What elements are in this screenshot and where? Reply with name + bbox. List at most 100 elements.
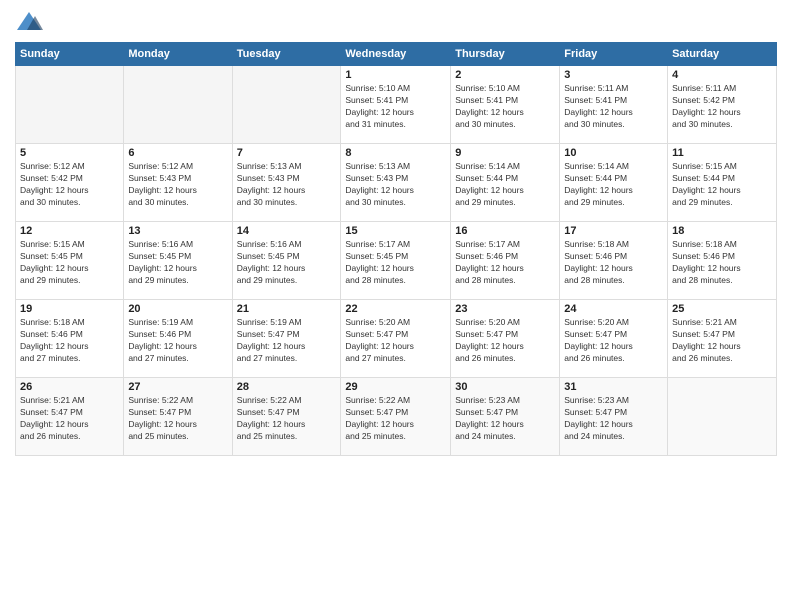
calendar-cell <box>232 66 341 144</box>
day-info: Sunrise: 5:11 AMSunset: 5:41 PMDaylight:… <box>564 83 663 131</box>
header <box>15 10 777 34</box>
calendar-cell <box>124 66 232 144</box>
day-info: Sunrise: 5:14 AMSunset: 5:44 PMDaylight:… <box>455 161 555 209</box>
day-info: Sunrise: 5:16 AMSunset: 5:45 PMDaylight:… <box>128 239 227 287</box>
calendar-cell <box>16 66 124 144</box>
weekday-header-sunday: Sunday <box>16 43 124 66</box>
day-info: Sunrise: 5:20 AMSunset: 5:47 PMDaylight:… <box>345 317 446 365</box>
day-info: Sunrise: 5:23 AMSunset: 5:47 PMDaylight:… <box>455 395 555 443</box>
day-number: 21 <box>237 303 337 315</box>
day-info: Sunrise: 5:16 AMSunset: 5:45 PMDaylight:… <box>237 239 337 287</box>
day-number: 1 <box>345 69 446 81</box>
day-info: Sunrise: 5:17 AMSunset: 5:46 PMDaylight:… <box>455 239 555 287</box>
calendar-cell: 29 Sunrise: 5:22 AMSunset: 5:47 PMDayligh… <box>341 378 451 456</box>
day-number: 23 <box>455 303 555 315</box>
day-info: Sunrise: 5:12 AMSunset: 5:42 PMDaylight:… <box>20 161 119 209</box>
day-info: Sunrise: 5:21 AMSunset: 5:47 PMDaylight:… <box>672 317 772 365</box>
day-number: 22 <box>345 303 446 315</box>
day-number: 10 <box>564 147 663 159</box>
calendar-cell: 4 Sunrise: 5:11 AMSunset: 5:42 PMDaylight… <box>668 66 777 144</box>
day-number: 7 <box>237 147 337 159</box>
day-info: Sunrise: 5:20 AMSunset: 5:47 PMDaylight:… <box>564 317 663 365</box>
weekday-header-row: SundayMondayTuesdayWednesdayThursdayFrid… <box>16 43 777 66</box>
calendar-cell: 2Sunrise: 5:10 AMSunset: 5:41 PMDaylight… <box>451 66 560 144</box>
weekday-header-wednesday: Wednesday <box>341 43 451 66</box>
calendar-cell: 20Sunrise: 5:19 AMSunset: 5:46 PMDayligh… <box>124 300 232 378</box>
day-number: 11 <box>672 147 772 159</box>
day-number: 30 <box>455 381 555 393</box>
week-row-2: 5Sunrise: 5:12 AMSunset: 5:42 PMDaylight… <box>16 144 777 222</box>
calendar-cell: 11 Sunrise: 5:15 AMSunset: 5:44 PMDayligh… <box>668 144 777 222</box>
calendar-cell: 24 Sunrise: 5:20 AMSunset: 5:47 PMDayligh… <box>560 300 668 378</box>
calendar-cell: 25 Sunrise: 5:21 AMSunset: 5:47 PMDayligh… <box>668 300 777 378</box>
day-number: 12 <box>20 225 119 237</box>
calendar-cell: 21 Sunrise: 5:19 AMSunset: 5:47 PMDayligh… <box>232 300 341 378</box>
day-info: Sunrise: 5:23 AMSunset: 5:47 PMDaylight:… <box>564 395 663 443</box>
calendar-cell: 17 Sunrise: 5:18 AMSunset: 5:46 PMDayligh… <box>560 222 668 300</box>
day-number: 15 <box>345 225 446 237</box>
calendar-cell: 31 Sunrise: 5:23 AMSunset: 5:47 PMDayligh… <box>560 378 668 456</box>
day-number: 16 <box>455 225 555 237</box>
day-number: 25 <box>672 303 772 315</box>
day-number: 28 <box>237 381 337 393</box>
week-row-3: 12 Sunrise: 5:15 AMSunset: 5:45 PMDayligh… <box>16 222 777 300</box>
day-number: 29 <box>345 381 446 393</box>
weekday-header-thursday: Thursday <box>451 43 560 66</box>
calendar-cell: 8Sunrise: 5:13 AMSunset: 5:43 PMDaylight… <box>341 144 451 222</box>
day-info: Sunrise: 5:22 AMSunset: 5:47 PMDaylight:… <box>345 395 446 443</box>
day-number: 24 <box>564 303 663 315</box>
day-number: 14 <box>237 225 337 237</box>
calendar-cell: 12 Sunrise: 5:15 AMSunset: 5:45 PMDayligh… <box>16 222 124 300</box>
calendar-cell: 1 Sunrise: 5:10 AMSunset: 5:41 PMDaylight… <box>341 66 451 144</box>
day-info: Sunrise: 5:15 AMSunset: 5:44 PMDaylight:… <box>672 161 772 209</box>
logo <box>15 10 47 34</box>
day-number: 18 <box>672 225 772 237</box>
day-info: Sunrise: 5:18 AMSunset: 5:46 PMDaylight:… <box>564 239 663 287</box>
week-row-1: 1 Sunrise: 5:10 AMSunset: 5:41 PMDaylight… <box>16 66 777 144</box>
calendar-cell: 13Sunrise: 5:16 AMSunset: 5:45 PMDayligh… <box>124 222 232 300</box>
calendar-cell: 27 Sunrise: 5:22 AMSunset: 5:47 PMDayligh… <box>124 378 232 456</box>
day-number: 9 <box>455 147 555 159</box>
day-info: Sunrise: 5:15 AMSunset: 5:45 PMDaylight:… <box>20 239 119 287</box>
calendar-cell: 9 Sunrise: 5:14 AMSunset: 5:44 PMDaylight… <box>451 144 560 222</box>
calendar-cell: 6Sunrise: 5:12 AMSunset: 5:43 PMDaylight… <box>124 144 232 222</box>
week-row-5: 26 Sunrise: 5:21 AMSunset: 5:47 PMDayligh… <box>16 378 777 456</box>
calendar-cell: 19 Sunrise: 5:18 AMSunset: 5:46 PMDayligh… <box>16 300 124 378</box>
calendar-cell: 18Sunrise: 5:18 AMSunset: 5:46 PMDayligh… <box>668 222 777 300</box>
day-info: Sunrise: 5:18 AMSunset: 5:46 PMDaylight:… <box>20 317 119 365</box>
day-info: Sunrise: 5:14 AMSunset: 5:44 PMDaylight:… <box>564 161 663 209</box>
weekday-header-tuesday: Tuesday <box>232 43 341 66</box>
day-info: Sunrise: 5:19 AMSunset: 5:47 PMDaylight:… <box>237 317 337 365</box>
day-info: Sunrise: 5:11 AMSunset: 5:42 PMDaylight:… <box>672 83 772 131</box>
weekday-header-friday: Friday <box>560 43 668 66</box>
day-number: 31 <box>564 381 663 393</box>
calendar-cell: 16 Sunrise: 5:17 AMSunset: 5:46 PMDayligh… <box>451 222 560 300</box>
day-info: Sunrise: 5:22 AMSunset: 5:47 PMDaylight:… <box>128 395 227 443</box>
calendar-cell <box>668 378 777 456</box>
calendar-cell: 30 Sunrise: 5:23 AMSunset: 5:47 PMDayligh… <box>451 378 560 456</box>
day-number: 26 <box>20 381 119 393</box>
calendar-cell: 28 Sunrise: 5:22 AMSunset: 5:47 PMDayligh… <box>232 378 341 456</box>
day-info: Sunrise: 5:13 AMSunset: 5:43 PMDaylight:… <box>237 161 337 209</box>
calendar-cell: 22 Sunrise: 5:20 AMSunset: 5:47 PMDayligh… <box>341 300 451 378</box>
day-number: 6 <box>128 147 227 159</box>
day-number: 4 <box>672 69 772 81</box>
calendar-cell: 26 Sunrise: 5:21 AMSunset: 5:47 PMDayligh… <box>16 378 124 456</box>
day-number: 17 <box>564 225 663 237</box>
logo-icon <box>15 10 43 34</box>
calendar-cell: 14 Sunrise: 5:16 AMSunset: 5:45 PMDayligh… <box>232 222 341 300</box>
day-info: Sunrise: 5:10 AMSunset: 5:41 PMDaylight:… <box>455 83 555 131</box>
week-row-4: 19 Sunrise: 5:18 AMSunset: 5:46 PMDayligh… <box>16 300 777 378</box>
day-info: Sunrise: 5:20 AMSunset: 5:47 PMDaylight:… <box>455 317 555 365</box>
day-info: Sunrise: 5:10 AMSunset: 5:41 PMDaylight:… <box>345 83 446 131</box>
calendar-cell: 7 Sunrise: 5:13 AMSunset: 5:43 PMDaylight… <box>232 144 341 222</box>
day-info: Sunrise: 5:22 AMSunset: 5:47 PMDaylight:… <box>237 395 337 443</box>
day-info: Sunrise: 5:17 AMSunset: 5:45 PMDaylight:… <box>345 239 446 287</box>
day-number: 27 <box>128 381 227 393</box>
day-number: 3 <box>564 69 663 81</box>
day-info: Sunrise: 5:21 AMSunset: 5:47 PMDaylight:… <box>20 395 119 443</box>
calendar-table: SundayMondayTuesdayWednesdayThursdayFrid… <box>15 42 777 456</box>
day-number: 20 <box>128 303 227 315</box>
day-number: 19 <box>20 303 119 315</box>
page: SundayMondayTuesdayWednesdayThursdayFrid… <box>0 0 792 612</box>
